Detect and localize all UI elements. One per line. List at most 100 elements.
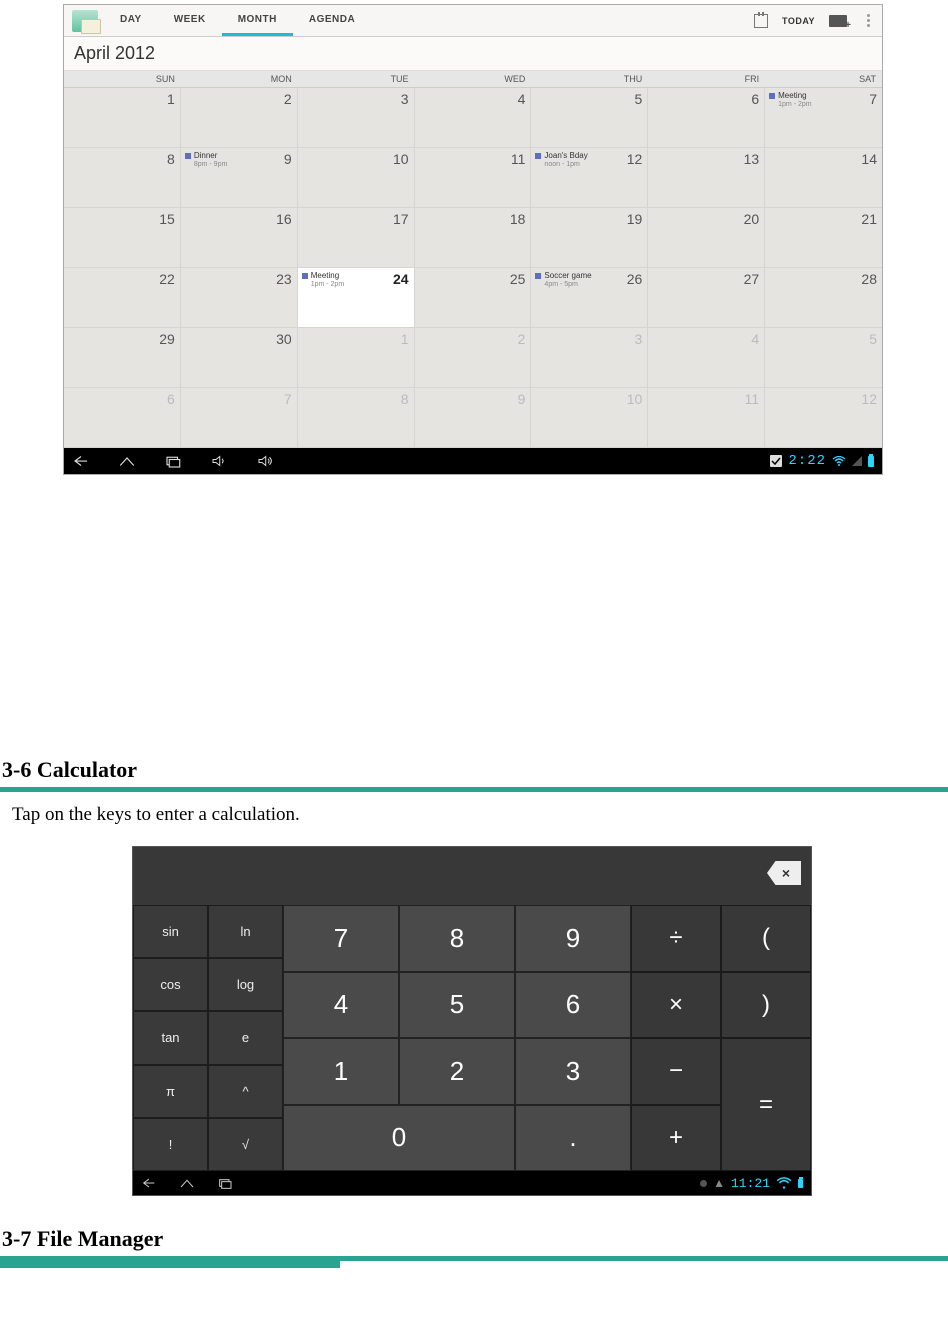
- calendar-cell[interactable]: 22: [64, 268, 181, 328]
- calendar-cell[interactable]: 26 Soccer game4pm - 5pm: [531, 268, 648, 328]
- calendar-cell[interactable]: 20: [648, 208, 765, 268]
- date-number: 17: [393, 211, 409, 227]
- fn-cos-button[interactable]: cos: [133, 958, 208, 1011]
- calendar-cell[interactable]: 2: [181, 88, 298, 148]
- calendar-cell[interactable]: 12: [765, 388, 882, 448]
- date-number: 1: [401, 331, 409, 347]
- calendar-cell[interactable]: 14: [765, 148, 882, 208]
- fn-log-button[interactable]: log: [208, 958, 283, 1011]
- calendar-cell[interactable]: 13: [648, 148, 765, 208]
- calendar-cell[interactable]: 10: [531, 388, 648, 448]
- volume-down-icon[interactable]: [210, 454, 228, 468]
- fn-x-button[interactable]: √: [208, 1118, 283, 1171]
- calendar-cell[interactable]: 6: [64, 388, 181, 448]
- calendar-cell[interactable]: 9Dinner8pm - 9pm: [181, 148, 298, 208]
- fn-x-button[interactable]: ^: [208, 1065, 283, 1118]
- today-icon[interactable]: [754, 14, 768, 28]
- digit-7-button[interactable]: 7: [283, 905, 399, 972]
- calendar-event[interactable]: Joan's Bdaynoon - 1pm: [535, 152, 587, 168]
- calendar-cell[interactable]: 15: [64, 208, 181, 268]
- digit-8-button[interactable]: 8: [399, 905, 515, 972]
- calendar-cell[interactable]: 4: [648, 328, 765, 388]
- fn-tan-button[interactable]: tan: [133, 1011, 208, 1064]
- calendar-event[interactable]: Meeting1pm - 2pm: [769, 92, 811, 108]
- calendar-cell[interactable]: 29: [64, 328, 181, 388]
- calendar-cell[interactable]: 21: [765, 208, 882, 268]
- decimal-button[interactable]: .: [515, 1105, 631, 1172]
- backspace-button[interactable]: ×: [767, 861, 801, 885]
- divide-button[interactable]: ÷: [631, 905, 721, 972]
- equals-button[interactable]: =: [721, 1038, 811, 1171]
- date-number: 24: [393, 271, 409, 287]
- calendar-cell[interactable]: 10: [298, 148, 415, 208]
- day-header: TUE: [298, 71, 415, 87]
- calendar-cell[interactable]: 5: [765, 328, 882, 388]
- digit-9-button[interactable]: 9: [515, 905, 631, 972]
- calendar-cell[interactable]: 4: [415, 88, 532, 148]
- digit-2-button[interactable]: 2: [399, 1038, 515, 1105]
- calendar-cell[interactable]: 9: [415, 388, 532, 448]
- calendar-cell[interactable]: 16: [181, 208, 298, 268]
- calendar-cell[interactable]: 24 Meeting1pm - 2pm: [298, 268, 415, 328]
- volume-up-icon[interactable]: [256, 454, 274, 468]
- calendar-event[interactable]: Meeting1pm - 2pm: [302, 272, 344, 288]
- calendar-cell[interactable]: 12Joan's Bdaynoon - 1pm: [531, 148, 648, 208]
- calendar-cell[interactable]: 6: [648, 88, 765, 148]
- digit-6-button[interactable]: 6: [515, 972, 631, 1039]
- calendar-cell[interactable]: 25: [415, 268, 532, 328]
- back-icon[interactable]: [141, 1177, 157, 1189]
- digit-0-button[interactable]: 0: [283, 1105, 515, 1172]
- tab-month[interactable]: MONTH: [222, 5, 293, 36]
- calendar-event[interactable]: Soccer game4pm - 5pm: [535, 272, 591, 288]
- digit-4-button[interactable]: 4: [283, 972, 399, 1039]
- multiply-button[interactable]: ×: [631, 972, 721, 1039]
- calendar-cell[interactable]: 17: [298, 208, 415, 268]
- calendar-cell[interactable]: 23: [181, 268, 298, 328]
- tab-agenda[interactable]: AGENDA: [293, 5, 371, 36]
- calendar-cell[interactable]: 2: [415, 328, 532, 388]
- calendar-cell[interactable]: 7 Meeting1pm - 2pm: [765, 88, 882, 148]
- fn-ln-button[interactable]: ln: [208, 905, 283, 958]
- calendar-cell[interactable]: 8: [298, 388, 415, 448]
- month-title[interactable]: April 2012: [64, 37, 882, 71]
- digit-3-button[interactable]: 3: [515, 1038, 631, 1105]
- calendar-cell[interactable]: 30: [181, 328, 298, 388]
- tab-day[interactable]: DAY: [104, 5, 158, 36]
- back-icon[interactable]: [72, 454, 90, 468]
- lparen-button[interactable]: (: [721, 905, 811, 972]
- calendar-cell[interactable]: 11: [415, 148, 532, 208]
- calendar-event[interactable]: Dinner8pm - 9pm: [185, 152, 227, 168]
- calendar-cell[interactable]: 5: [531, 88, 648, 148]
- fn-sin-button[interactable]: sin: [133, 905, 208, 958]
- recent-apps-icon[interactable]: [164, 454, 182, 468]
- fn-e-button[interactable]: e: [208, 1011, 283, 1064]
- date-number: 7: [869, 91, 877, 107]
- add-button[interactable]: +: [631, 1105, 721, 1172]
- calendar-cell[interactable]: 19: [531, 208, 648, 268]
- new-event-icon[interactable]: [829, 15, 847, 27]
- digit-1-button[interactable]: 1: [283, 1038, 399, 1105]
- recent-apps-icon[interactable]: [217, 1177, 233, 1189]
- calendar-cell[interactable]: 28: [765, 268, 882, 328]
- calendar-cell[interactable]: 7: [181, 388, 298, 448]
- calendar-cell[interactable]: 8: [64, 148, 181, 208]
- calendar-cell[interactable]: 27: [648, 268, 765, 328]
- home-icon[interactable]: [179, 1177, 195, 1189]
- calendar-cell[interactable]: 1: [64, 88, 181, 148]
- calendar-cell[interactable]: 11: [648, 388, 765, 448]
- calendar-cell[interactable]: 18: [415, 208, 532, 268]
- fn-x-button[interactable]: π: [133, 1065, 208, 1118]
- calculator-display[interactable]: ×: [133, 847, 811, 905]
- calendar-cell[interactable]: 3: [531, 328, 648, 388]
- overflow-menu-icon[interactable]: [861, 14, 876, 27]
- digit-5-button[interactable]: 5: [399, 972, 515, 1039]
- date-number: 26: [627, 271, 643, 287]
- subtract-button[interactable]: −: [631, 1038, 721, 1105]
- fn-x-button[interactable]: !: [133, 1118, 208, 1171]
- rparen-button[interactable]: ): [721, 972, 811, 1039]
- home-icon[interactable]: [118, 454, 136, 468]
- calendar-cell[interactable]: 1: [298, 328, 415, 388]
- today-button[interactable]: TODAY: [782, 16, 815, 26]
- calendar-cell[interactable]: 3: [298, 88, 415, 148]
- tab-week[interactable]: WEEK: [158, 5, 222, 36]
